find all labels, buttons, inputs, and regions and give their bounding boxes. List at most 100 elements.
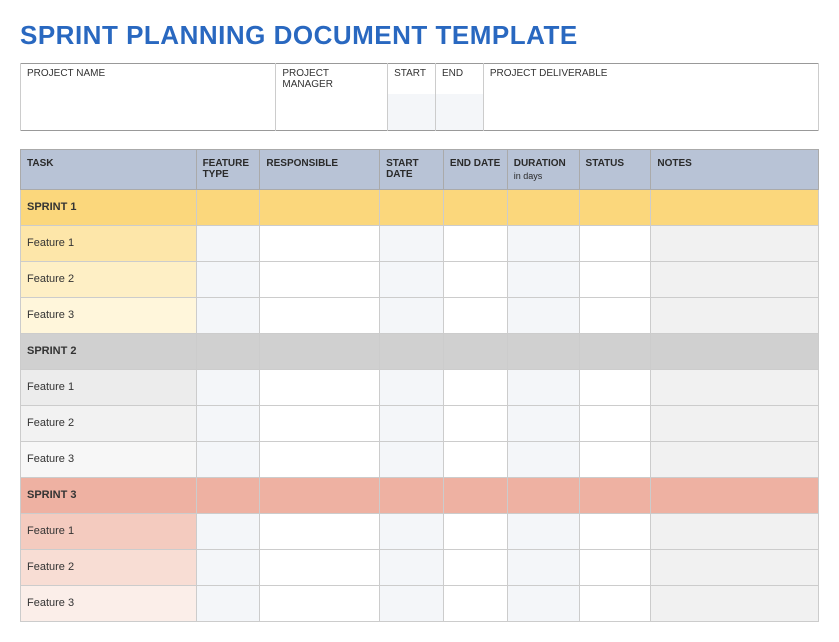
cell[interactable] (196, 333, 260, 369)
cell[interactable] (579, 441, 651, 477)
task-label[interactable]: SPRINT 2 (21, 333, 197, 369)
cell[interactable] (443, 513, 507, 549)
cell[interactable] (443, 585, 507, 621)
cell[interactable] (651, 441, 819, 477)
cell[interactable] (651, 189, 819, 225)
cell[interactable] (260, 585, 380, 621)
cell[interactable] (651, 513, 819, 549)
project-deliverable-cell[interactable] (483, 94, 818, 130)
cell[interactable] (443, 297, 507, 333)
cell[interactable] (507, 405, 579, 441)
task-label[interactable]: Feature 2 (21, 549, 197, 585)
cell[interactable] (651, 585, 819, 621)
cell[interactable] (196, 369, 260, 405)
cell[interactable] (443, 189, 507, 225)
cell[interactable] (380, 513, 444, 549)
cell[interactable] (579, 261, 651, 297)
cell[interactable] (380, 333, 444, 369)
cell[interactable] (380, 297, 444, 333)
cell[interactable] (196, 297, 260, 333)
cell[interactable] (651, 369, 819, 405)
cell[interactable] (507, 333, 579, 369)
cell[interactable] (380, 369, 444, 405)
cell[interactable] (579, 369, 651, 405)
cell[interactable] (507, 585, 579, 621)
cell[interactable] (507, 477, 579, 513)
cell[interactable] (260, 333, 380, 369)
task-label[interactable]: Feature 1 (21, 369, 197, 405)
cell[interactable] (443, 225, 507, 261)
cell[interactable] (507, 261, 579, 297)
cell[interactable] (579, 189, 651, 225)
cell[interactable] (260, 261, 380, 297)
task-label[interactable]: Feature 3 (21, 441, 197, 477)
cell[interactable] (260, 225, 380, 261)
task-label[interactable]: SPRINT 1 (21, 189, 197, 225)
task-label[interactable]: Feature 1 (21, 513, 197, 549)
cell[interactable] (579, 297, 651, 333)
cell[interactable] (651, 549, 819, 585)
cell[interactable] (260, 513, 380, 549)
cell[interactable] (196, 225, 260, 261)
cell[interactable] (260, 405, 380, 441)
cell[interactable] (196, 441, 260, 477)
cell[interactable] (443, 405, 507, 441)
task-label[interactable]: Feature 2 (21, 261, 197, 297)
cell[interactable] (579, 333, 651, 369)
cell[interactable] (196, 549, 260, 585)
cell[interactable] (443, 333, 507, 369)
cell[interactable] (579, 225, 651, 261)
cell[interactable] (260, 477, 380, 513)
cell[interactable] (651, 477, 819, 513)
cell[interactable] (380, 405, 444, 441)
cell[interactable] (196, 477, 260, 513)
cell[interactable] (579, 477, 651, 513)
project-manager-cell[interactable] (276, 94, 388, 130)
project-end-cell[interactable] (435, 94, 483, 130)
cell[interactable] (380, 189, 444, 225)
cell[interactable] (196, 189, 260, 225)
cell[interactable] (579, 549, 651, 585)
cell[interactable] (380, 261, 444, 297)
task-label[interactable]: Feature 2 (21, 405, 197, 441)
cell[interactable] (651, 261, 819, 297)
cell[interactable] (507, 513, 579, 549)
task-label[interactable]: Feature 3 (21, 297, 197, 333)
cell[interactable] (507, 297, 579, 333)
cell[interactable] (260, 549, 380, 585)
cell[interactable] (260, 369, 380, 405)
task-label[interactable]: Feature 3 (21, 585, 197, 621)
cell[interactable] (196, 261, 260, 297)
cell[interactable] (380, 585, 444, 621)
cell[interactable] (651, 333, 819, 369)
cell[interactable] (443, 369, 507, 405)
cell[interactable] (579, 405, 651, 441)
cell[interactable] (380, 225, 444, 261)
cell[interactable] (260, 297, 380, 333)
project-name-cell[interactable] (21, 94, 276, 130)
cell[interactable] (507, 225, 579, 261)
task-label[interactable]: Feature 1 (21, 225, 197, 261)
cell[interactable] (260, 189, 380, 225)
cell[interactable] (579, 513, 651, 549)
cell[interactable] (260, 441, 380, 477)
cell[interactable] (380, 549, 444, 585)
cell[interactable] (443, 549, 507, 585)
cell[interactable] (196, 585, 260, 621)
cell[interactable] (507, 441, 579, 477)
cell[interactable] (651, 225, 819, 261)
cell[interactable] (651, 297, 819, 333)
project-start-cell[interactable] (388, 94, 436, 130)
cell[interactable] (380, 441, 444, 477)
cell[interactable] (443, 477, 507, 513)
cell[interactable] (443, 441, 507, 477)
cell[interactable] (507, 549, 579, 585)
cell[interactable] (443, 261, 507, 297)
task-label[interactable]: SPRINT 3 (21, 477, 197, 513)
cell[interactable] (507, 369, 579, 405)
cell[interactable] (380, 477, 444, 513)
cell[interactable] (196, 405, 260, 441)
cell[interactable] (196, 513, 260, 549)
cell[interactable] (651, 405, 819, 441)
cell[interactable] (507, 189, 579, 225)
